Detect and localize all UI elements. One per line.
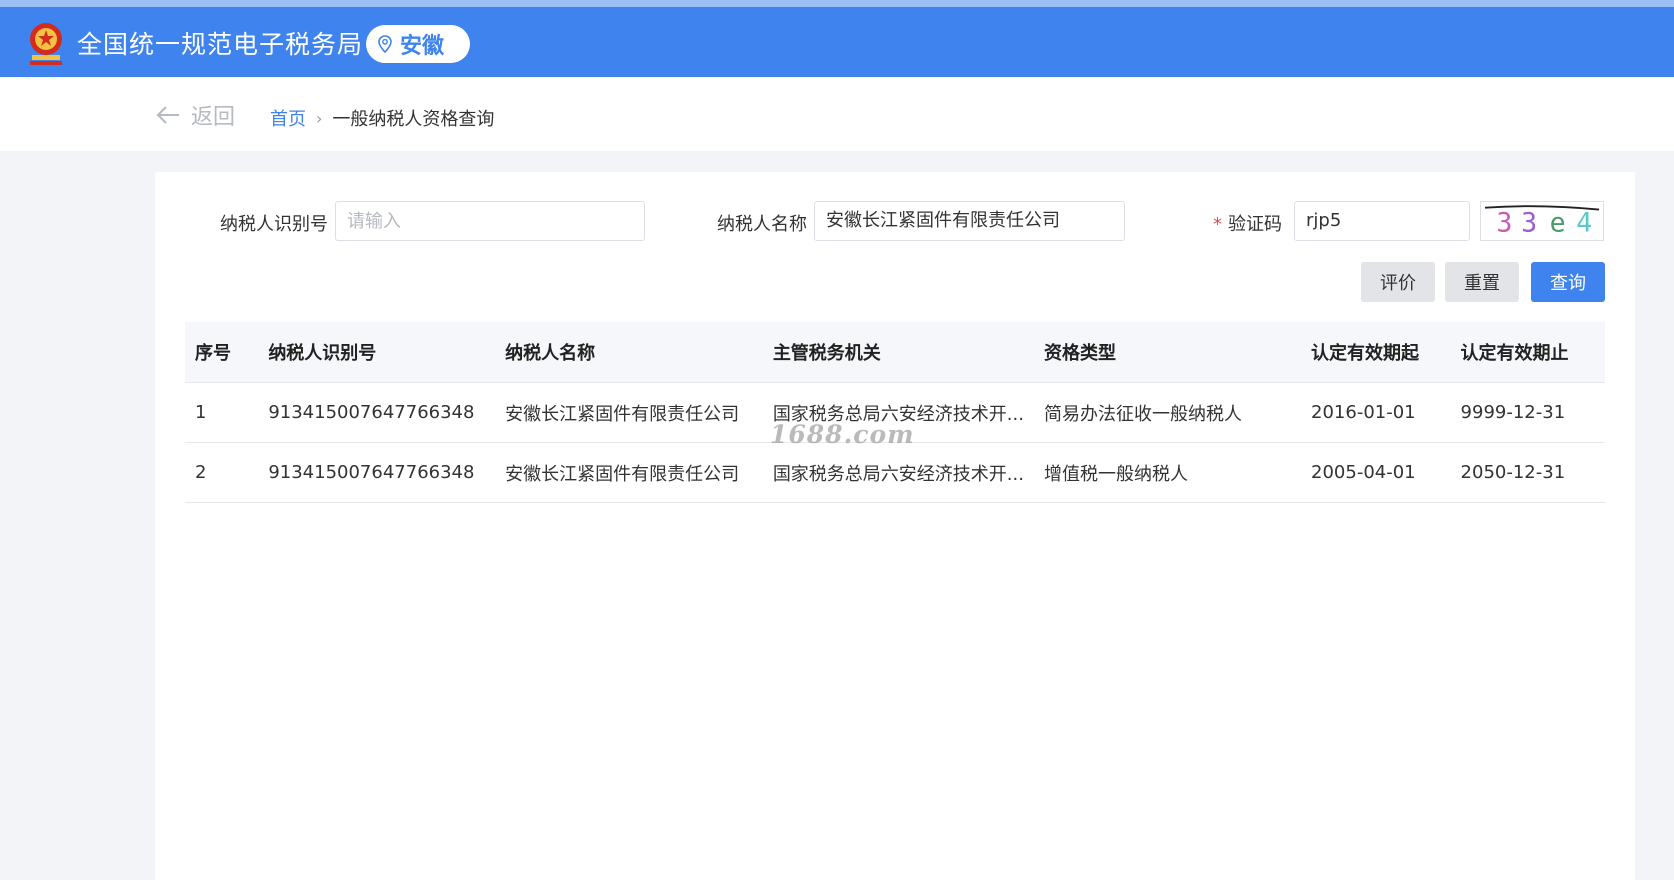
cell-valid-from: 2005-04-01 <box>1301 442 1451 503</box>
table-row: 2 913415007647766348 安徽长江紧固件有限责任公司 国家税务总… <box>185 442 1605 503</box>
column-header-index: 序号 <box>185 322 259 383</box>
column-header-taxpayer-name: 纳税人名称 <box>495 322 763 383</box>
site-title: 全国统一规范电子税务局 <box>77 30 364 59</box>
captcha-input[interactable]: rjp5 <box>1294 201 1470 241</box>
site-header: 全国统一规范电子税务局 安徽 <box>0 7 1674 77</box>
cell-taxpayer-name: 安徽长江紧固件有限责任公司 <box>495 442 763 503</box>
cell-qualification-type: 简易办法征收一般纳税人 <box>1033 382 1302 443</box>
query-panel: 纳税人识别号 纳税人名称 安徽长江紧固件有限责任公司 * 验证码 rjp5 3 3… <box>155 172 1635 880</box>
cell-taxpayer-name: 安徽长江紧固件有限责任公司 <box>495 382 763 443</box>
back-label: 返回 <box>191 105 236 130</box>
cell-taxpayer-id: 913415007647766348 <box>258 382 496 443</box>
query-button[interactable]: 查询 <box>1531 262 1605 302</box>
arrow-left-icon <box>156 106 179 124</box>
table-header-row: 序号 纳税人识别号 纳税人名称 主管税务机关 资格类型 认定有效期起 认定有效期… <box>185 322 1605 383</box>
cell-valid-from: 2016-01-01 <box>1301 382 1451 443</box>
column-header-valid-from: 认定有效期起 <box>1301 322 1451 383</box>
cell-valid-to: 2050-12-31 <box>1450 442 1605 503</box>
captcha-char: 3 <box>1496 207 1512 238</box>
column-header-taxpayer-id: 纳税人识别号 <box>258 322 496 383</box>
watermark: 1688.com <box>770 420 915 449</box>
breadcrumb: 首页 › 一般纳税人资格查询 <box>270 105 494 131</box>
cell-index: 1 <box>185 382 259 443</box>
taxpayer-id-input[interactable] <box>335 201 645 241</box>
captcha-char: 4 <box>1576 207 1592 238</box>
column-header-tax-authority: 主管税务机关 <box>762 322 1034 383</box>
breadcrumb-separator: › <box>316 108 323 128</box>
back-button[interactable]: 返回 <box>155 99 235 131</box>
column-header-qualification-type: 资格类型 <box>1033 322 1302 383</box>
national-emblem-icon <box>30 23 62 65</box>
breadcrumb-current: 一般纳税人资格查询 <box>332 109 495 130</box>
cell-index: 2 <box>185 442 259 503</box>
cell-valid-to: 9999-12-31 <box>1450 382 1605 443</box>
required-mark: * <box>1213 214 1222 235</box>
cell-taxpayer-id: 913415007647766348 <box>258 442 496 503</box>
taxpayer-id-label: 纳税人识别号 <box>220 214 328 235</box>
taxpayer-name-input[interactable]: 安徽长江紧固件有限责任公司 <box>814 201 1125 241</box>
evaluate-button[interactable]: 评价 <box>1361 262 1435 302</box>
captcha-label-group: * 验证码 <box>1213 210 1282 236</box>
region-name: 安徽 <box>400 34 445 59</box>
taxpayer-name-label: 纳税人名称 <box>717 214 807 235</box>
top-accent-strip <box>0 0 1674 7</box>
captcha-image[interactable]: 3 3 e 4 <box>1480 201 1604 241</box>
captcha-char: 3 <box>1521 207 1537 238</box>
region-selector[interactable]: 安徽 <box>366 25 470 63</box>
captcha-char: e <box>1550 207 1566 238</box>
breadcrumb-bar: 返回 首页 › 一般纳税人资格查询 <box>0 77 1674 151</box>
location-pin-icon <box>378 35 392 53</box>
column-header-valid-to: 认定有效期止 <box>1450 322 1605 383</box>
cell-qualification-type: 增值税一般纳税人 <box>1033 442 1302 503</box>
breadcrumb-home-link[interactable]: 首页 <box>270 105 306 131</box>
cell-tax-authority: 国家税务总局六安经济技术开... <box>762 442 1034 503</box>
results-table: 序号 纳税人识别号 纳税人名称 主管税务机关 资格类型 认定有效期起 认定有效期… <box>185 322 1605 503</box>
captcha-label: 验证码 <box>1228 214 1282 235</box>
reset-button[interactable]: 重置 <box>1445 262 1519 302</box>
